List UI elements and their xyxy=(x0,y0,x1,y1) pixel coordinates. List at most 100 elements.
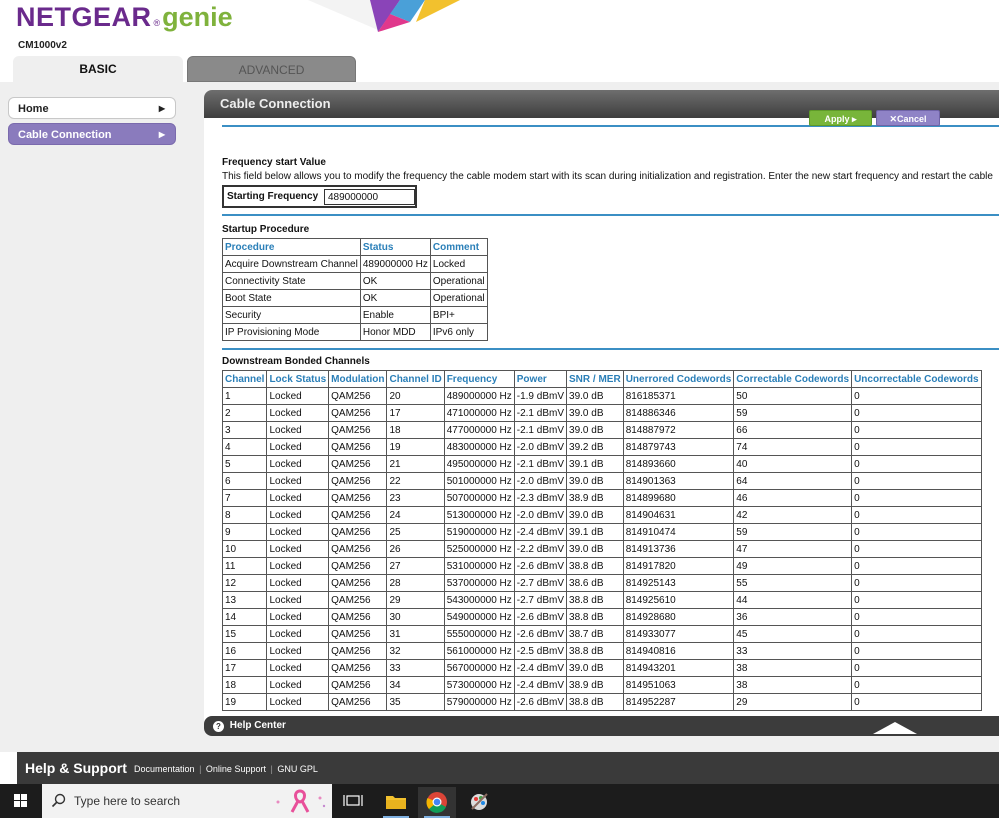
table-cell: Locked xyxy=(266,693,330,711)
startup-row: Acquire Downstream Channel 489000000 Hz Lo… xyxy=(222,255,488,273)
table-cell: 24 xyxy=(386,506,445,524)
channel-row: 2 Locked QAM256 17 471000000 Hz -2.1 dBmV 39.0… xyxy=(222,404,982,422)
tab-basic[interactable]: BASIC xyxy=(13,56,183,83)
channel-row: 18 Locked QAM256 34 573000000 Hz -2.4 dBmV 38.… xyxy=(222,676,982,694)
table-cell: 25 xyxy=(386,523,445,541)
chrome-icon[interactable] xyxy=(418,787,456,818)
table-cell: 38.8 dB xyxy=(566,642,624,660)
table-cell: 44 xyxy=(733,591,853,609)
column-header: Correctable Codewords xyxy=(733,370,853,388)
table-cell: 0 xyxy=(851,404,982,422)
table-cell: 0 xyxy=(851,608,982,626)
table-cell: 28 xyxy=(386,574,445,592)
table-cell: 42 xyxy=(733,506,853,524)
column-header: Lock Status xyxy=(266,370,330,388)
sidebar-item-cable-connection[interactable]: Cable Connection ▶ xyxy=(8,123,176,145)
brand-name: NETGEAR xyxy=(16,2,152,32)
table-cell: OK xyxy=(359,289,431,307)
table-cell: -2.0 dBmV xyxy=(513,506,568,524)
table-cell: QAM256 xyxy=(328,659,388,677)
table-cell: 20 xyxy=(386,387,445,405)
column-header: Frequency xyxy=(443,370,515,388)
online-support-link[interactable]: Online Support xyxy=(206,764,266,774)
table-cell: Enable xyxy=(359,306,431,324)
startup-row: Connectivity State OK Operational xyxy=(222,272,488,290)
table-cell: -2.2 dBmV xyxy=(513,540,568,558)
table-cell: Locked xyxy=(266,523,330,541)
channel-row: 11 Locked QAM256 27 531000000 Hz -2.6 dBmV 38.… xyxy=(222,557,982,575)
table-cell: 5 xyxy=(222,455,268,473)
help-center-bar[interactable]: ? Help Center xyxy=(204,716,999,736)
table-cell: 18 xyxy=(386,421,445,439)
table-cell: Locked xyxy=(266,659,330,677)
table-cell: QAM256 xyxy=(328,387,388,405)
table-cell: 33 xyxy=(733,642,853,660)
table-cell: QAM256 xyxy=(328,591,388,609)
table-cell: Boot State xyxy=(222,289,361,307)
windows-start-icon[interactable] xyxy=(0,784,42,818)
file-explorer-icon[interactable] xyxy=(377,787,415,818)
starting-frequency-row: Starting Frequency xyxy=(222,185,417,208)
help-question-icon: ? xyxy=(213,721,224,732)
cancel-button[interactable]: ✕Cancel xyxy=(876,110,940,126)
task-view-icon[interactable] xyxy=(334,787,372,818)
table-cell: 0 xyxy=(851,625,982,643)
table-cell: IPv6 only xyxy=(429,323,488,341)
table-cell: 47 xyxy=(733,540,853,558)
table-cell: 501000000 Hz xyxy=(443,472,515,490)
table-cell: 19 xyxy=(386,438,445,456)
table-cell: -2.1 dBmV xyxy=(513,455,568,473)
startup-procedure-table: Procedure Status Comment Acquire Downstrea… xyxy=(222,238,488,341)
table-cell: 0 xyxy=(851,523,982,541)
table-cell: 50 xyxy=(733,387,853,405)
link-separator: | xyxy=(270,764,273,774)
brand-product: genie xyxy=(162,2,233,32)
table-cell: 513000000 Hz xyxy=(443,506,515,524)
channel-row: 17 Locked QAM256 33 567000000 Hz -2.4 dBmV 39.… xyxy=(222,659,982,677)
table-cell: 64 xyxy=(733,472,853,490)
table-cell: 38.6 dB xyxy=(566,574,624,592)
table-cell: Locked xyxy=(266,455,330,473)
table-cell: QAM256 xyxy=(328,693,388,711)
table-cell: 36 xyxy=(733,608,853,626)
windows-taskbar: Type here to search xyxy=(0,784,999,818)
table-cell: -2.3 dBmV xyxy=(513,489,568,507)
taskbar-search-box[interactable]: Type here to search xyxy=(42,784,332,818)
channel-row: 9 Locked QAM256 25 519000000 Hz -2.4 dBmV 39.1… xyxy=(222,523,982,541)
table-cell: QAM256 xyxy=(328,540,388,558)
column-header: Channel xyxy=(222,370,268,388)
table-cell: 561000000 Hz xyxy=(443,642,515,660)
divider xyxy=(222,348,999,350)
table-cell: 814879743 xyxy=(622,438,735,456)
table-cell: 38.7 dB xyxy=(566,625,624,643)
table-cell: 27 xyxy=(386,557,445,575)
column-header: Uncorrectable Codewords xyxy=(851,370,982,388)
starting-frequency-input[interactable] xyxy=(324,189,415,205)
table-cell: 814899680 xyxy=(622,489,735,507)
table-cell: QAM256 xyxy=(328,676,388,694)
table-cell: 14 xyxy=(222,608,268,626)
sidebar-item-label: Home xyxy=(18,103,49,115)
table-cell: QAM256 xyxy=(328,523,388,541)
sidebar-item-home[interactable]: Home ▶ xyxy=(8,97,176,119)
table-cell: 567000000 Hz xyxy=(443,659,515,677)
expand-arrow-icon[interactable] xyxy=(873,722,917,734)
table-cell: 0 xyxy=(851,591,982,609)
table-cell: 10 xyxy=(222,540,268,558)
table-cell: 814887972 xyxy=(622,421,735,439)
table-cell: 814951063 xyxy=(622,676,735,694)
gnu-gpl-link[interactable]: GNU GPL xyxy=(277,764,318,774)
table-cell: 483000000 Hz xyxy=(443,438,515,456)
paint-app-icon[interactable] xyxy=(460,787,498,818)
table-cell: Locked xyxy=(266,540,330,558)
table-cell: -2.6 dBmV xyxy=(513,625,568,643)
documentation-link[interactable]: Documentation xyxy=(134,764,195,774)
table-cell: 579000000 Hz xyxy=(443,693,515,711)
table-cell: 11 xyxy=(222,557,268,575)
apply-button[interactable]: Apply ▸ xyxy=(809,110,872,126)
table-cell: QAM256 xyxy=(328,404,388,422)
tab-advanced[interactable]: ADVANCED xyxy=(187,56,356,82)
table-cell: -2.4 dBmV xyxy=(513,523,568,541)
table-cell: -2.0 dBmV xyxy=(513,438,568,456)
downstream-table-viewport[interactable]: Channel Lock Status Modulation Channel ID Fr… xyxy=(222,370,999,712)
